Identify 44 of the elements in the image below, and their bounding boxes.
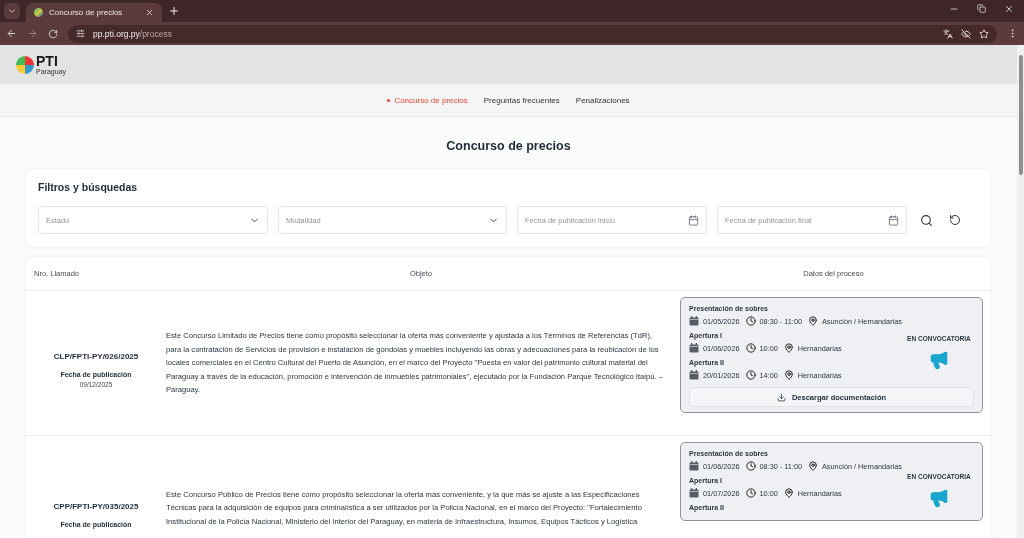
clock-icon [745, 343, 756, 353]
bookmark-star-icon [979, 28, 989, 39]
restore-icon[interactable] [977, 4, 986, 13]
map-pin-icon [783, 370, 794, 380]
map-pin-icon [783, 488, 794, 498]
megaphone-icon [928, 488, 949, 508]
nav-link[interactable]: Penalizaciones [575, 95, 630, 105]
clock-icon [745, 370, 756, 380]
new-tab-icon[interactable] [168, 5, 180, 17]
close-icon[interactable] [1004, 4, 1014, 14]
eye-off-icon [961, 28, 971, 39]
download-icon [776, 392, 786, 402]
calendar-icon [689, 488, 699, 498]
tab-list-button[interactable] [4, 3, 20, 19]
map-pin-icon [808, 461, 818, 471]
clock-icon [745, 316, 756, 326]
scrollbar[interactable] [1017, 45, 1024, 538]
call-number: CLP/FPTI-PY/026/2025 [53, 352, 139, 361]
back-icon[interactable] [6, 28, 17, 39]
address-bar[interactable]: pp.pti.org.py/process [68, 24, 997, 43]
site-settings-icon [76, 29, 85, 38]
calendar-icon [689, 343, 699, 353]
calendar-icon [688, 214, 699, 226]
map-pin-icon [783, 343, 794, 353]
close-icon [145, 8, 154, 17]
chevron-down-icon [7, 6, 17, 16]
calendar-icon [689, 370, 699, 380]
calendar-icon [689, 461, 699, 471]
reload-icon[interactable] [48, 28, 58, 39]
translate-icon [943, 28, 953, 39]
browser-tab[interactable]: Concurso de precios [26, 3, 162, 22]
filters-title: Filtros y búsquedas [38, 181, 139, 193]
call-number: CPP/FPTI-PY/035/2025 [53, 502, 139, 511]
clock-icon [745, 488, 756, 498]
nav-link[interactable]: Concurso de precios [387, 95, 468, 105]
megaphone-icon [928, 350, 949, 370]
site-favicon [34, 8, 43, 17]
clock-icon [745, 461, 756, 471]
calendar-icon [689, 316, 699, 326]
forward-icon[interactable] [27, 28, 38, 39]
page-title: Concurso de precios [445, 139, 572, 153]
nav-link[interactable]: Preguntas frecuentes [483, 95, 560, 105]
map-pin-icon [808, 316, 818, 326]
calendar-icon [888, 214, 899, 226]
